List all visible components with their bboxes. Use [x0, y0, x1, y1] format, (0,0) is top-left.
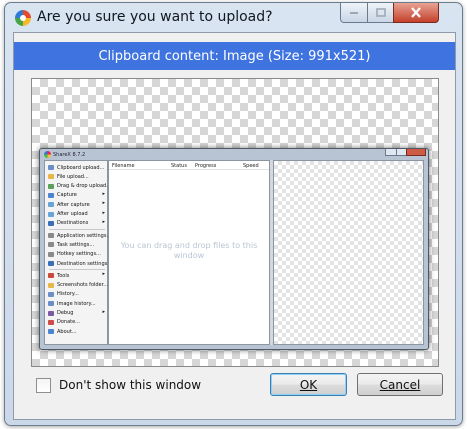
preview-menu-item-label: Destination settings... [57, 260, 112, 267]
preview-menu-item-label: Destinations [57, 220, 89, 227]
preview-menu-item-icon [48, 310, 54, 316]
preview-menu-item-icon [48, 165, 54, 170]
preview-menu-item: Debug ▸ [46, 309, 107, 318]
dont-show-checkbox[interactable] [36, 377, 51, 393]
preview-menu-item-icon [48, 261, 54, 266]
preview-menu-item-label: File upload... [57, 173, 89, 180]
preview-menu-item: Tools ▸ [46, 271, 107, 280]
preview-drag-drop-hint: You can drag and drop files to this wind… [120, 241, 258, 260]
preview-sharex-icon [44, 151, 51, 158]
preview-menu-item: After capture ▸ [46, 200, 107, 209]
preview-menu-item: Destinations ▸ [46, 219, 107, 228]
preview-submenu-arrow-icon: ▸ [102, 209, 105, 216]
preview-menu-item-label: Tools [57, 272, 70, 279]
preview-menu-item: Capture ▸ [46, 191, 107, 200]
preview-menu-item-icon [48, 233, 54, 239]
preview-menu-item-label: Donate... [57, 319, 80, 326]
maximize-icon [375, 8, 386, 17]
preview-menu-item: Clipboard upload... [46, 163, 107, 172]
preview-menu-item-label: Task settings... [57, 241, 95, 248]
preview-menu-item: Application settings... [46, 231, 111, 240]
preview-submenu-arrow-icon: ▸ [102, 218, 105, 225]
preview-menu-item: About... [46, 327, 107, 336]
preview-menu-item-icon [48, 251, 54, 257]
sharex-app-icon [15, 10, 31, 26]
preview-menu-item-icon [48, 291, 54, 297]
preview-menu-item-label: After capture [57, 201, 90, 208]
maximize-button[interactable] [367, 3, 394, 23]
preview-menu-item-label: Capture [57, 192, 77, 199]
preview-menu-item-label: Hotkey settings... [57, 251, 101, 258]
preview-menu-item-label: Debug [57, 310, 74, 316]
preview-menu-separator [49, 269, 105, 271]
preview-menu-separator [49, 229, 105, 231]
preview-menu-item-label: Clipboard upload... [57, 164, 105, 171]
dont-show-label[interactable]: Don't show this window [59, 378, 201, 392]
preview-menu-item-icon [48, 174, 54, 180]
dialog-content: Clipboard content: Image (Size: 991x521)… [13, 32, 456, 420]
preview-menu-item-icon [48, 183, 54, 189]
preview-upload-list: Filename Status Progress Speed You can d… [108, 160, 270, 345]
preview-menu-item-icon [48, 211, 54, 217]
preview-menu-item-label: Application settings... [57, 232, 112, 239]
preview-menu-item: Donate... [46, 318, 107, 327]
preview-menu-item-icon [48, 242, 54, 248]
preview-submenu-arrow-icon: ▸ [102, 200, 105, 207]
image-preview: ShareX 8.7.2 Clipboard upload... File upl… [31, 78, 439, 367]
preview-submenu-arrow-icon: ▸ [102, 271, 105, 278]
preview-menu-item: Screenshots folder... [46, 281, 109, 290]
ok-button[interactable]: OK [270, 373, 347, 396]
preview-header-divider [109, 169, 269, 170]
preview-menu-item: Destination settings... [46, 259, 112, 268]
dialog-window: Are you sure you want to upload? Clipboa… [4, 2, 463, 426]
preview-submenu-arrow-icon: ▸ [102, 308, 105, 315]
ok-button-label: OK [299, 377, 318, 392]
preview-menu-item-icon [48, 220, 54, 226]
preview-sharex-window: ShareX 8.7.2 Clipboard upload... File upl… [39, 148, 429, 350]
clipboard-content-banner: Clipboard content: Image (Size: 991x521) [14, 42, 455, 70]
preview-menu-item: Image history... [46, 299, 107, 308]
title-bar[interactable]: Are you sure you want to upload? [5, 3, 462, 31]
close-icon [411, 7, 421, 18]
preview-window-title: ShareX 8.7.2 [53, 152, 86, 158]
preview-main-menu: Clipboard upload... File upload... Drag & … [44, 160, 112, 345]
cancel-button-label: Cancel [379, 377, 421, 392]
minimize-icon [350, 11, 358, 14]
preview-menu-item-label: About... [57, 328, 77, 335]
preview-menu-item: Task settings... [46, 240, 107, 249]
preview-menu-item-icon [48, 282, 54, 288]
preview-menu-item-icon [48, 273, 54, 279]
preview-close-icon [406, 149, 426, 156]
preview-submenu-arrow-icon: ▸ [102, 190, 105, 197]
close-button[interactable] [393, 3, 439, 23]
dont-show-option[interactable]: Don't show this window [36, 377, 201, 393]
preview-menu-item-icon [48, 301, 54, 307]
preview-menu-item-label: History... [57, 291, 79, 298]
preview-menu-item: History... [46, 290, 107, 299]
preview-menu-item: File upload... [46, 172, 107, 181]
preview-menu-item-label: Drag & drop upload... [57, 183, 111, 190]
preview-menu-item-icon [48, 319, 54, 325]
minimize-button[interactable] [340, 3, 368, 23]
preview-menu-item-icon [48, 329, 54, 335]
preview-menu-item-label: Screenshots folder... [57, 282, 109, 289]
window-title: Are you sure you want to upload? [37, 9, 273, 25]
preview-menu-item: After upload ▸ [46, 210, 107, 219]
preview-image-pane [273, 160, 424, 345]
preview-menu-item-icon [48, 202, 54, 208]
preview-menu-item-label: After upload [57, 211, 88, 217]
cancel-button[interactable]: Cancel [357, 373, 443, 396]
preview-menu-item-label: Image history... [57, 300, 96, 307]
preview-menu-item: Drag & drop upload... [46, 182, 111, 191]
preview-menu-item: Hotkey settings... [46, 250, 107, 259]
preview-menu-item-icon [48, 192, 54, 198]
